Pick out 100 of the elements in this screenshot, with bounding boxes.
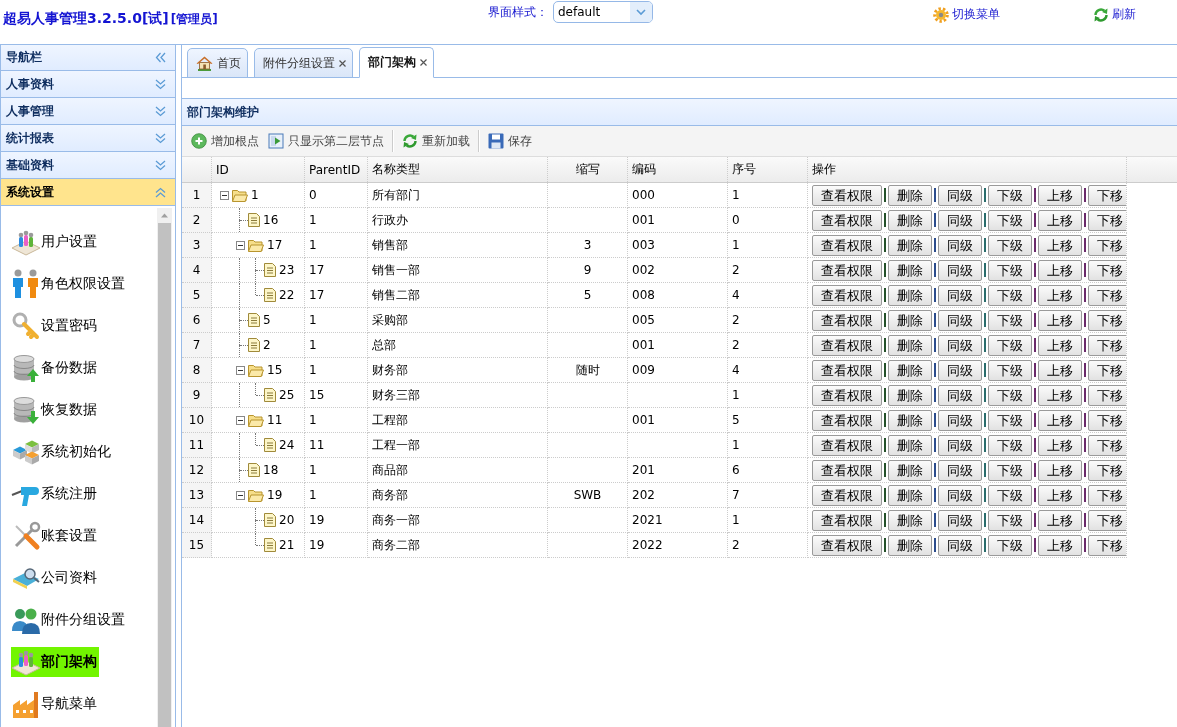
tree-node-label[interactable]: 2: [262, 338, 271, 352]
tab[interactable]: 部门架构: [359, 47, 434, 78]
tree-node-label[interactable]: 24: [278, 438, 295, 452]
delete-button[interactable]: 删除: [888, 459, 932, 481]
view-permissions-button[interactable]: 查看权限: [812, 484, 882, 506]
same-level-button[interactable]: 同级: [938, 534, 982, 556]
same-level-button[interactable]: 同级: [938, 459, 982, 481]
same-level-button[interactable]: 同级: [938, 359, 982, 381]
menu-item[interactable]: 系统初始化: [11, 437, 113, 467]
move-up-button[interactable]: 上移: [1038, 459, 1082, 481]
tab[interactable]: 首页: [187, 48, 248, 78]
move-down-button[interactable]: 下移: [1088, 459, 1126, 481]
scrollbar-thumb[interactable]: [158, 223, 171, 727]
scrollbar-track[interactable]: [157, 208, 172, 727]
accordion-header[interactable]: 统计报表: [1, 125, 175, 152]
column-header[interactable]: 编码: [632, 161, 656, 178]
add-root-button[interactable]: 增加根点: [188, 132, 262, 150]
show-second-level-button[interactable]: 只显示第二层节点: [265, 132, 387, 150]
move-up-button[interactable]: 上移: [1038, 184, 1082, 206]
move-up-button[interactable]: 上移: [1038, 209, 1082, 231]
sub-level-button[interactable]: 下级: [988, 509, 1032, 531]
sub-level-button[interactable]: 下级: [988, 359, 1032, 381]
delete-button[interactable]: 删除: [888, 184, 932, 206]
accordion-header[interactable]: 人事管理: [1, 98, 175, 125]
tree-node-label[interactable]: 11: [266, 413, 283, 427]
move-up-button[interactable]: 上移: [1038, 384, 1082, 406]
delete-button[interactable]: 删除: [888, 509, 932, 531]
menu-item[interactable]: 系统注册: [11, 479, 99, 509]
move-up-button[interactable]: 上移: [1038, 334, 1082, 356]
minus-box-icon[interactable]: [235, 490, 245, 500]
accordion-header[interactable]: 基础资料: [1, 152, 175, 179]
column-header[interactable]: 序号: [732, 161, 756, 178]
view-permissions-button[interactable]: 查看权限: [812, 409, 882, 431]
delete-button[interactable]: 删除: [888, 309, 932, 331]
move-down-button[interactable]: 下移: [1088, 434, 1126, 456]
move-down-button[interactable]: 下移: [1088, 384, 1126, 406]
menu-item[interactable]: 公司资料: [11, 563, 99, 593]
delete-button[interactable]: 删除: [888, 259, 932, 281]
move-down-button[interactable]: 下移: [1088, 534, 1126, 556]
move-up-button[interactable]: 上移: [1038, 484, 1082, 506]
delete-button[interactable]: 删除: [888, 534, 932, 556]
menu-item[interactable]: 备份数据: [11, 353, 99, 383]
view-permissions-button[interactable]: 查看权限: [812, 184, 882, 206]
column-header[interactable]: ID: [216, 162, 229, 177]
view-permissions-button[interactable]: 查看权限: [812, 334, 882, 356]
move-down-button[interactable]: 下移: [1088, 359, 1126, 381]
move-down-button[interactable]: 下移: [1088, 309, 1126, 331]
sub-level-button[interactable]: 下级: [988, 309, 1032, 331]
delete-button[interactable]: 删除: [888, 334, 932, 356]
accordion-header[interactable]: 系统设置: [1, 179, 175, 206]
sub-level-button[interactable]: 下级: [988, 284, 1032, 306]
same-level-button[interactable]: 同级: [938, 484, 982, 506]
same-level-button[interactable]: 同级: [938, 234, 982, 256]
column-header[interactable]: 操作: [812, 161, 836, 178]
sub-level-button[interactable]: 下级: [988, 259, 1032, 281]
delete-button[interactable]: 删除: [888, 359, 932, 381]
view-permissions-button[interactable]: 查看权限: [812, 384, 882, 406]
menu-item[interactable]: 角色权限设置: [11, 269, 127, 299]
tree-node-label[interactable]: 17: [266, 238, 283, 252]
move-up-button[interactable]: 上移: [1038, 434, 1082, 456]
move-down-button[interactable]: 下移: [1088, 184, 1126, 206]
move-up-button[interactable]: 上移: [1038, 284, 1082, 306]
sub-level-button[interactable]: 下级: [988, 409, 1032, 431]
tree-node-label[interactable]: 25: [278, 388, 295, 402]
double-chevron-left-icon[interactable]: [155, 52, 166, 63]
sub-level-button[interactable]: 下级: [988, 459, 1032, 481]
column-header[interactable]: 缩写: [575, 161, 600, 178]
move-down-button[interactable]: 下移: [1088, 284, 1126, 306]
view-permissions-button[interactable]: 查看权限: [812, 359, 882, 381]
close-icon[interactable]: [420, 59, 427, 66]
menu-item[interactable]: 设置密码: [11, 311, 99, 341]
delete-button[interactable]: 删除: [888, 209, 932, 231]
view-permissions-button[interactable]: 查看权限: [812, 509, 882, 531]
column-header[interactable]: ParentID: [309, 162, 361, 177]
same-level-button[interactable]: 同级: [938, 184, 982, 206]
delete-button[interactable]: 删除: [888, 434, 932, 456]
move-up-button[interactable]: 上移: [1038, 534, 1082, 556]
sub-level-button[interactable]: 下级: [988, 234, 1032, 256]
move-down-button[interactable]: 下移: [1088, 209, 1126, 231]
same-level-button[interactable]: 同级: [938, 509, 982, 531]
move-up-button[interactable]: 上移: [1038, 259, 1082, 281]
accordion-header[interactable]: 人事资料: [1, 71, 175, 98]
tree-node-label[interactable]: 22: [278, 288, 295, 302]
move-down-button[interactable]: 下移: [1088, 409, 1126, 431]
delete-button[interactable]: 删除: [888, 234, 932, 256]
menu-item[interactable]: 导航菜单: [11, 689, 99, 719]
sub-level-button[interactable]: 下级: [988, 484, 1032, 506]
sub-level-button[interactable]: 下级: [988, 334, 1032, 356]
sub-level-button[interactable]: 下级: [988, 434, 1032, 456]
tree-node-label[interactable]: 5: [262, 313, 271, 327]
move-up-button[interactable]: 上移: [1038, 509, 1082, 531]
tree-node-label[interactable]: 15: [266, 363, 283, 377]
delete-button[interactable]: 删除: [888, 384, 932, 406]
move-down-button[interactable]: 下移: [1088, 334, 1126, 356]
view-permissions-button[interactable]: 查看权限: [812, 234, 882, 256]
column-header[interactable]: 名称类型: [372, 161, 420, 178]
view-permissions-button[interactable]: 查看权限: [812, 434, 882, 456]
menu-item[interactable]: 附件分组设置: [11, 605, 127, 635]
tree-node-label[interactable]: 19: [266, 488, 283, 502]
same-level-button[interactable]: 同级: [938, 334, 982, 356]
